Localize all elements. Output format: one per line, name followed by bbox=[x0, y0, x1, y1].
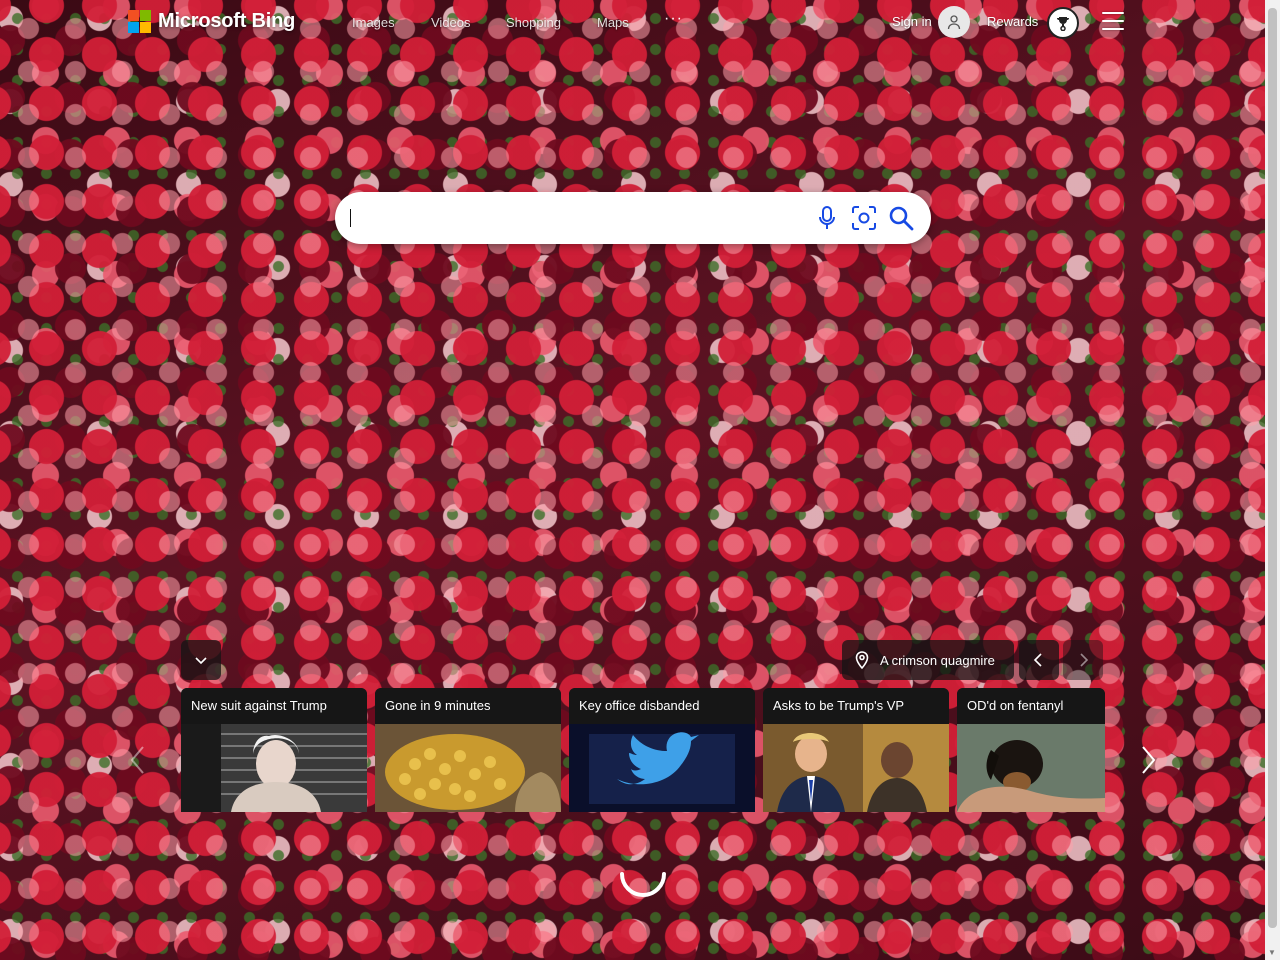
visual-search-button[interactable] bbox=[850, 204, 878, 232]
search-box bbox=[335, 192, 931, 244]
rewards-badge[interactable] bbox=[1047, 7, 1079, 39]
location-pin-icon bbox=[855, 651, 869, 669]
microphone-icon bbox=[819, 206, 835, 229]
more-menu-button[interactable]: ··· bbox=[664, 10, 683, 28]
news-card-image bbox=[375, 724, 561, 812]
image-location-label: A crimson quagmire bbox=[880, 652, 995, 668]
news-card[interactable]: New suit against Trump bbox=[181, 688, 367, 812]
carousel-prev-button[interactable] bbox=[126, 742, 150, 778]
news-card[interactable]: OD'd on fentanyl bbox=[957, 688, 1105, 812]
scrollbar-thumb[interactable] bbox=[1268, 8, 1277, 928]
voice-search-button[interactable] bbox=[813, 204, 841, 232]
loading-spinner-icon bbox=[620, 872, 666, 897]
next-image-button[interactable] bbox=[1063, 640, 1103, 680]
nav-maps[interactable]: Maps bbox=[597, 15, 629, 30]
user-icon bbox=[947, 15, 961, 30]
news-card-title: New suit against Trump bbox=[181, 688, 367, 724]
chevron-down-icon bbox=[195, 657, 207, 665]
logo-text: Microsoft Bing bbox=[158, 10, 296, 32]
news-card-title: Key office disbanded bbox=[569, 688, 755, 724]
search-input[interactable] bbox=[349, 205, 789, 231]
bing-logo[interactable]: Microsoft Bing bbox=[128, 10, 295, 33]
chevron-right-icon bbox=[1142, 746, 1156, 774]
text-caret bbox=[350, 209, 351, 227]
news-card-image bbox=[957, 724, 1105, 812]
chevron-right-icon bbox=[1080, 653, 1089, 667]
chevron-left-icon bbox=[1033, 653, 1042, 667]
search-icon bbox=[889, 206, 914, 231]
news-card-title: OD'd on fentanyl bbox=[957, 688, 1105, 724]
menu-line bbox=[1102, 20, 1124, 22]
collapse-feed-button[interactable] bbox=[181, 640, 221, 680]
news-card[interactable]: Gone in 9 minutes bbox=[375, 688, 561, 812]
nav-shopping[interactable]: Shopping bbox=[506, 15, 561, 30]
nav-images[interactable]: Images bbox=[352, 15, 395, 30]
news-carousel: New suit against Trump Gone in 9 minutes bbox=[181, 688, 1105, 812]
news-card-image bbox=[181, 724, 367, 812]
chevron-left-icon bbox=[130, 746, 144, 774]
search-button[interactable] bbox=[887, 204, 915, 232]
news-card-image bbox=[569, 724, 755, 812]
rewards-link[interactable]: Rewards bbox=[987, 14, 1038, 29]
nav-videos[interactable]: Videos bbox=[431, 15, 471, 30]
microsoft-logo-icon bbox=[128, 10, 151, 33]
menu-line bbox=[1102, 12, 1124, 14]
vertical-scrollbar[interactable]: ▼ bbox=[1265, 0, 1280, 960]
scroll-down-arrow-icon[interactable]: ▼ bbox=[1268, 948, 1276, 957]
news-card-title: Asks to be Trump's VP bbox=[763, 688, 949, 724]
trophy-icon bbox=[1057, 17, 1069, 31]
image-location-button[interactable]: A crimson quagmire bbox=[842, 640, 1014, 680]
carousel-next-button[interactable] bbox=[1136, 742, 1160, 778]
header: Microsoft Bing Images Videos Shopping Ma… bbox=[0, 0, 1280, 46]
previous-image-button[interactable] bbox=[1019, 640, 1059, 680]
sign-in-link[interactable]: Sign in bbox=[892, 14, 932, 29]
news-card[interactable]: Key office disbanded bbox=[569, 688, 755, 812]
news-card-title: Gone in 9 minutes bbox=[375, 688, 561, 724]
menu-line bbox=[1102, 28, 1124, 30]
avatar[interactable] bbox=[938, 6, 970, 38]
news-card-image bbox=[763, 724, 949, 812]
visual-search-icon bbox=[852, 206, 876, 230]
hamburger-menu-button[interactable] bbox=[1102, 12, 1124, 30]
news-card[interactable]: Asks to be Trump's VP bbox=[763, 688, 949, 812]
